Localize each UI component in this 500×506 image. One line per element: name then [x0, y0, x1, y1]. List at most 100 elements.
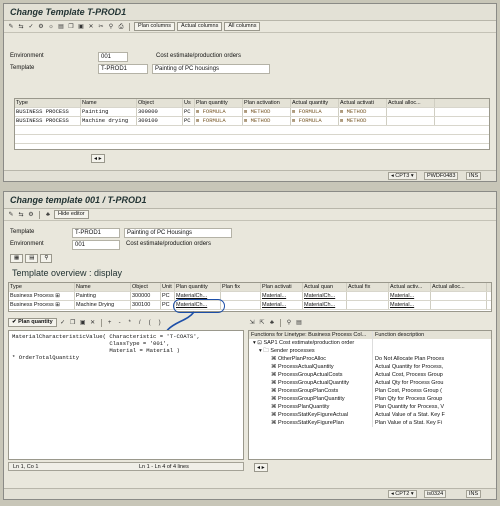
tree-node[interactable]: ⌘ ProcessActualQuantity Actual Quantity f… — [249, 363, 491, 371]
cell-actual-alloc[interactable] — [387, 108, 435, 116]
template-field[interactable]: T-PROD1 — [98, 64, 148, 74]
tree-node[interactable]: ▾ 🗀 Sender processes — [249, 347, 491, 355]
paste-icon[interactable]: ▣ — [79, 319, 87, 327]
all-columns-button[interactable]: All columns — [224, 22, 261, 31]
editor-tab-plan-quantity[interactable]: ✔ Plan quantity — [8, 318, 57, 327]
expand-icon[interactable]: ⇲ — [248, 319, 256, 327]
cell-actual-activation[interactable]: ⊞ METHOD — [339, 117, 387, 125]
hide-editor-button[interactable]: Hide editor — [54, 210, 89, 219]
generate-icon[interactable]: ⚙ — [27, 211, 35, 219]
col-actual-activation-header[interactable]: Actual activ... — [389, 283, 431, 291]
cell-actual-activation[interactable]: Material... — [389, 292, 431, 300]
table-row-empty[interactable] — [15, 126, 489, 135]
col-actual-activation-header[interactable]: Actual activati — [339, 99, 387, 107]
col-plan-quantity-header[interactable]: Plan quantity — [175, 283, 221, 291]
table-row-empty[interactable] — [15, 135, 489, 144]
plan-columns-button[interactable]: Plan columns — [134, 22, 176, 31]
col-object-header[interactable]: Object — [131, 283, 161, 291]
tree-node[interactable]: ⌘ OtherPlanProcAlloc Do Not Allocate Plan… — [249, 355, 491, 363]
check-icon[interactable]: ✓ — [27, 23, 35, 31]
table-row[interactable]: Business Process ⊞ Painting 300000 PC Ma… — [9, 292, 491, 301]
cell-plan-activation[interactable]: ⊞ METHOD — [243, 117, 291, 125]
col-object-header[interactable]: Object — [137, 99, 183, 107]
cell-actual-activation[interactable]: ⊞ METHOD — [339, 108, 387, 116]
col-plan-activation-header[interactable]: Plan activation — [243, 99, 291, 107]
cell-actual-fix[interactable] — [347, 292, 389, 300]
functions-scroll-arrows[interactable]: ◂ ▸ — [254, 463, 268, 472]
plus-operator-icon[interactable]: + — [106, 319, 114, 327]
environment-field[interactable]: 001 — [72, 240, 120, 250]
col-plan-activation-header[interactable]: Plan activati — [261, 283, 303, 291]
insert-row-icon[interactable]: ▤ — [57, 23, 65, 31]
tree-node[interactable]: ⌘ ProcessStatKeyFigurePlan Plan Value of … — [249, 419, 491, 427]
col-type-header[interactable]: Type — [9, 283, 75, 291]
cell-actual-alloc[interactable] — [431, 301, 487, 309]
display-change-icon[interactable]: ✎ — [7, 23, 15, 31]
col-plan-fix-header[interactable]: Plan fix — [221, 283, 261, 291]
cell-actual-fix[interactable] — [347, 301, 389, 309]
settings-icon[interactable]: ☼ — [47, 23, 55, 31]
horizontal-scroll-arrows[interactable]: ◂ ▸ — [91, 154, 105, 163]
tree-node[interactable]: ⌘ ProcessGroupActualCosts Actual Cost, Pr… — [249, 371, 491, 379]
open-paren-icon[interactable]: ( — [146, 319, 154, 327]
template-field[interactable]: T-PROD1 — [72, 228, 120, 238]
col-actual-alloc-header[interactable]: Actual alloc... — [431, 283, 487, 291]
print-icon[interactable]: ⎙ — [117, 23, 125, 31]
formula-editor[interactable]: MaterialCharacteristicValue( Characteris… — [8, 330, 244, 460]
col-unit-header[interactable]: Unit — [161, 283, 175, 291]
col-actual-quantity-header[interactable]: Actual quan — [303, 283, 347, 291]
tree-icon[interactable]: ♣ — [268, 319, 276, 327]
cell-plan-activation[interactable]: Material... — [261, 301, 303, 309]
cell-actual-alloc[interactable] — [431, 292, 487, 300]
delete-icon[interactable]: ✕ — [89, 319, 97, 327]
col-actual-fix-header[interactable]: Actual fix — [347, 283, 389, 291]
tree-node[interactable]: ▾ ⊡ SAP1 Cost estimate/production order — [249, 339, 491, 347]
paste-icon[interactable]: ▣ — [77, 23, 85, 31]
tree-node[interactable]: ⌘ ProcessGroupPlanQuantity Plan Qty for P… — [249, 395, 491, 403]
col-actual-alloc-header[interactable]: Actual alloc... — [387, 99, 435, 107]
display-change-icon[interactable]: ✎ — [7, 211, 15, 219]
tree-node[interactable]: ⌘ ProcessStatKeyFigureActual Actual Value… — [249, 411, 491, 419]
cell-actual-quantity[interactable]: MaterialCh... — [303, 301, 347, 309]
cell-plan-fix[interactable] — [221, 292, 261, 300]
function-description-col-header[interactable]: Function description — [372, 331, 472, 339]
copy-icon[interactable]: ❐ — [67, 23, 75, 31]
cell-plan-quantity[interactable]: ⊞ FORMULA — [195, 108, 243, 116]
col-name-header[interactable]: Name — [75, 283, 131, 291]
table-row[interactable]: BUSINESS PROCESS Painting 300000 PC ⊞ FO… — [15, 108, 489, 117]
cell-actual-activation[interactable]: Material... — [389, 301, 431, 309]
template-description-field[interactable]: Painting of PC housings — [152, 64, 270, 74]
divide-operator-icon[interactable]: / — [136, 319, 144, 327]
table-row[interactable]: Business Process ⊞ Machine Drying 300100… — [9, 301, 491, 310]
cell-actual-quantity[interactable]: MaterialCh... — [303, 292, 347, 300]
find-icon[interactable]: ⚲ — [107, 23, 115, 31]
functions-col-header[interactable]: Functions for Linetype: Business Process… — [249, 331, 372, 339]
cell-actual-alloc[interactable] — [387, 117, 435, 125]
copy-icon[interactable]: ❐ — [69, 319, 77, 327]
tree-node[interactable]: ⌘ ProcessPlanQuantity Plan Quantity for P… — [249, 403, 491, 411]
template-description-field[interactable]: Painting of PC Housings — [124, 228, 232, 238]
cell-actual-quantity[interactable]: ⊞ FORMULA — [291, 117, 339, 125]
close-paren-icon[interactable]: ) — [156, 319, 164, 327]
cell-plan-activation[interactable]: Material... — [261, 292, 303, 300]
generate-icon[interactable]: ⚙ — [37, 23, 45, 31]
other-object-icon[interactable]: ⇆ — [17, 23, 25, 31]
delete-icon[interactable]: ✕ — [87, 23, 95, 31]
environment-field[interactable]: 001 — [98, 52, 128, 62]
actual-columns-button[interactable]: Actual columns — [177, 22, 223, 31]
other-object-icon[interactable]: ⇆ — [17, 211, 25, 219]
find-icon[interactable]: ⚲ — [40, 254, 53, 263]
col-actual-quantity-header[interactable]: Actual quantity — [291, 99, 339, 107]
col-name-header[interactable]: Name — [81, 99, 137, 107]
cell-plan-quantity[interactable]: ⊞ FORMULA — [195, 117, 243, 125]
minus-operator-icon[interactable]: - — [116, 319, 124, 327]
details-icon[interactable]: ▤ — [25, 254, 39, 263]
tree-node[interactable]: ⌘ ProcessGroupPlanCosts Plan Cost, Proces… — [249, 387, 491, 395]
list-icon[interactable]: ▤ — [295, 319, 303, 327]
tree-node[interactable]: ⌘ ProcessGroupActualQuantity Actual Qty f… — [249, 379, 491, 387]
find-icon[interactable]: ⚲ — [285, 319, 293, 327]
col-unit-header[interactable]: Us — [183, 99, 195, 107]
col-plan-quantity-header[interactable]: Plan quantity — [195, 99, 243, 107]
multiply-operator-icon[interactable]: * — [126, 319, 134, 327]
cell-actual-quantity[interactable]: ⊞ FORMULA — [291, 108, 339, 116]
